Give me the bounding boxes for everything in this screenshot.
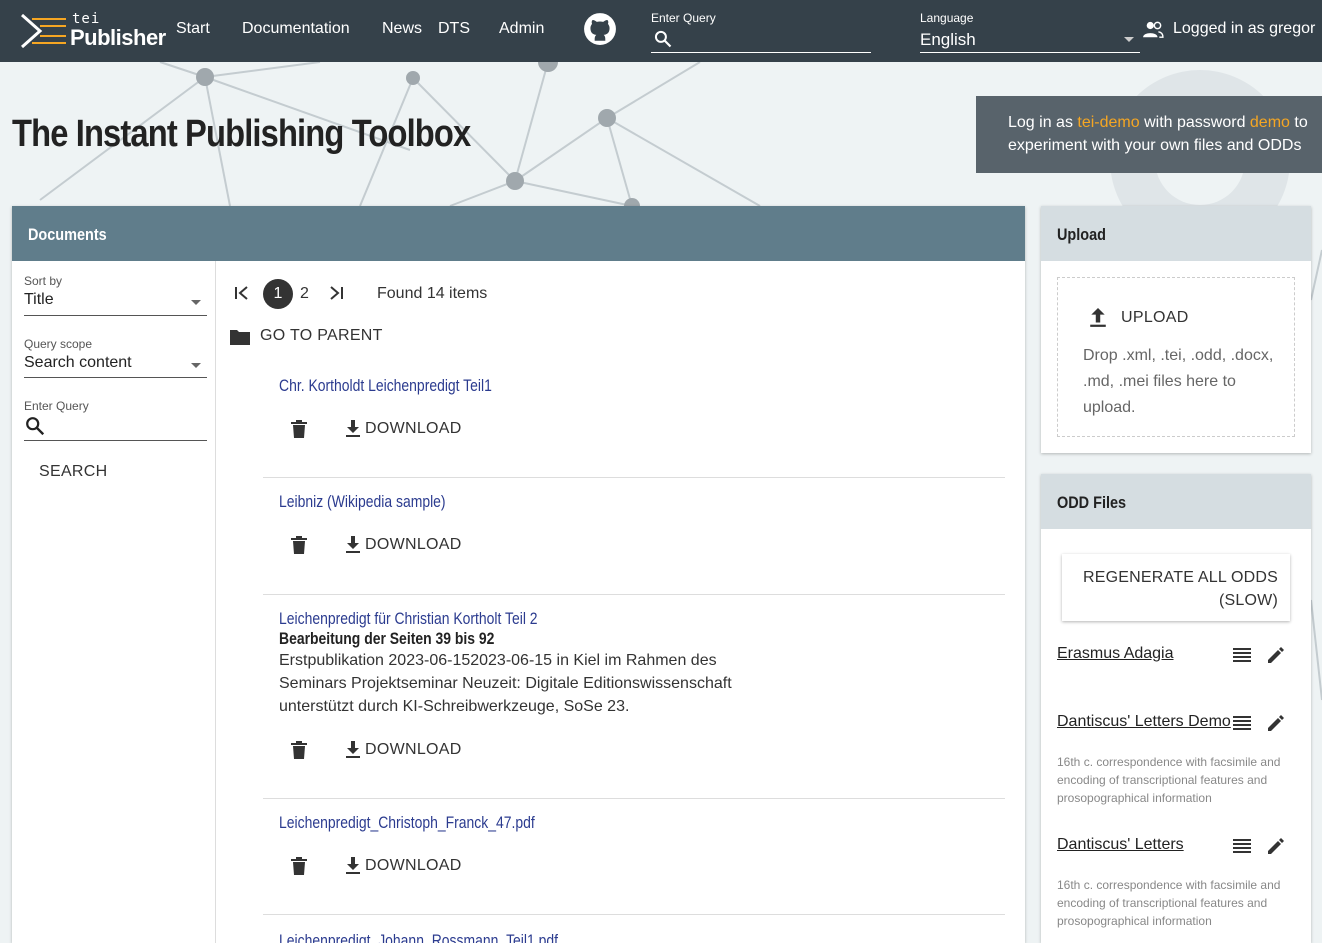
header-query-field[interactable]: Enter Query (651, 11, 871, 53)
query-scope-label: Query scope (24, 337, 93, 351)
odd-list-item: Erasmus Adagia (1057, 645, 1297, 705)
sort-by-value: Title (24, 291, 54, 308)
edit-icon[interactable] (1266, 645, 1286, 665)
chevron-down-icon (1124, 37, 1134, 42)
query-scope-select[interactable]: Query scope Search content (24, 337, 207, 378)
document-subtitle: Bearbeitung der Seiten 39 bis 92 (279, 629, 495, 648)
download-label: DOWNLOAD (365, 420, 462, 437)
logo-text: Publisher (70, 25, 166, 50)
upload-panel: Upload UPLOAD Drop .xml, .tei, .odd, .do… (1041, 206, 1311, 453)
odd-description: 16th c. correspondence with facsimile an… (1057, 878, 1281, 928)
first-page-icon[interactable] (234, 285, 250, 301)
list-item: Leichenpredigt_Johann_Rossmann_Teil1.pdf (263, 929, 1005, 943)
user-label: Logged in as gregor (1173, 20, 1316, 37)
download-icon (346, 420, 360, 437)
list-item: Leichenpredigt_Christoph_Franck_47.pdf D… (263, 813, 1005, 915)
results-count: Found 14 items (377, 285, 488, 302)
nav-admin[interactable]: Admin (499, 20, 544, 38)
document-title-link[interactable]: Leichenpredigt_Christoph_Franck_47.pdf (279, 813, 535, 833)
language-value: English (920, 30, 976, 49)
upload-header: Upload (1041, 206, 1311, 261)
document-title-link[interactable]: Leibniz (Wikipedia sample) (279, 492, 446, 512)
login-hint-pass: demo (1249, 114, 1290, 131)
list-item: Leibniz (Wikipedia sample) DOWNLOAD (263, 492, 1005, 595)
odd-list-item: Dantiscus' Letters Demo 16th c. correspo… (1057, 713, 1297, 813)
odd-description: 16th c. correspondence with facsimile an… (1057, 755, 1281, 805)
list-item: Chr. Kortholdt Leichenpredigt Teil1 DOWN… (263, 376, 1005, 478)
odd-files-panel: ODD Files REGENERATE ALL ODDS (SLOW) Era… (1041, 474, 1311, 943)
document-title-link[interactable]: Leichenpredigt_Johann_Rossmann_Teil1.pdf (279, 931, 558, 943)
list-item: Leichenpredigt für Christian Kortholt Te… (263, 609, 1005, 799)
delete-icon[interactable] (291, 420, 307, 438)
edit-icon[interactable] (1266, 836, 1286, 856)
nav-news[interactable]: News (382, 20, 422, 38)
odd-files-header: ODD Files (1041, 474, 1311, 529)
document-title-link[interactable]: Chr. Kortholdt Leichenpredigt Teil1 (279, 376, 492, 396)
search-icon (654, 30, 672, 48)
documents-header: Documents (12, 206, 1025, 261)
sort-by-label: Sort by (24, 274, 63, 288)
query-scope-value: Search content (24, 354, 132, 371)
odd-name-link[interactable]: Erasmus Adagia (1057, 645, 1174, 663)
odd-name-link[interactable]: Dantiscus' Letters Demo (1057, 713, 1231, 731)
people-icon (1143, 21, 1164, 38)
last-page-icon[interactable] (328, 285, 344, 301)
login-hint-user: tei-demo (1077, 114, 1140, 131)
odd-name-link[interactable]: Dantiscus' Letters (1057, 836, 1184, 854)
list-icon[interactable] (1233, 715, 1251, 731)
page-2-button[interactable]: 2 (300, 285, 309, 303)
download-icon (346, 741, 360, 758)
sort-by-select[interactable]: Sort by Title (24, 274, 207, 316)
chevron-down-icon (191, 363, 201, 368)
query-input[interactable]: Enter Query (24, 399, 207, 441)
edit-icon[interactable] (1266, 713, 1286, 733)
query-input-label: Enter Query (24, 399, 89, 413)
search-button[interactable]: SEARCH (39, 463, 107, 481)
upload-dropzone[interactable]: UPLOAD Drop .xml, .tei, .odd, .docx, .md… (1057, 277, 1295, 437)
list-icon[interactable] (1233, 647, 1251, 663)
upload-heading: Upload (1057, 225, 1106, 244)
document-title-link[interactable]: Leichenpredigt für Christian Kortholt Te… (279, 609, 538, 629)
chevron-down-icon (191, 300, 201, 305)
documents-heading: Documents (28, 225, 107, 244)
filter-sidebar: Sort by Title Query scope Search content… (12, 261, 216, 943)
regenerate-odds-button[interactable]: REGENERATE ALL ODDS (SLOW) (1062, 554, 1290, 621)
nav-dts[interactable]: DTS (438, 20, 470, 38)
list-icon[interactable] (1233, 838, 1251, 854)
github-icon[interactable] (583, 12, 617, 46)
go-to-parent-label: GO TO PARENT (260, 327, 383, 344)
login-hint-mid: with password (1139, 114, 1250, 131)
odd-files-heading: ODD Files (1057, 493, 1127, 512)
search-icon (26, 417, 45, 436)
login-hint-banner: Log in as tei-demo with password demo to… (976, 96, 1322, 173)
language-select[interactable]: Language English (920, 11, 1140, 53)
upload-icon (1090, 308, 1106, 327)
page-title: The Instant Publishing Toolbox (12, 113, 471, 155)
nav-start[interactable]: Start (176, 20, 210, 38)
top-app-bar: tei Publisher Start Documentation News D… (0, 0, 1322, 62)
folder-icon (230, 330, 250, 345)
download-icon (346, 857, 360, 874)
documents-panel: Documents Sort by Title Query scope Sear… (12, 206, 1025, 943)
delete-icon[interactable] (291, 741, 307, 759)
download-label: DOWNLOAD (365, 536, 462, 553)
language-label: Language (920, 11, 974, 25)
odd-list-item: Dantiscus' Letters 16th c. correspondenc… (1057, 836, 1297, 936)
page-1-button[interactable]: 1 (263, 279, 293, 309)
logo-chevron-icon (21, 13, 66, 49)
nav-documentation[interactable]: Documentation (242, 20, 350, 38)
download-icon (346, 536, 360, 553)
document-description: Erstpublikation 2023-06-152023-06-15 in … (279, 652, 732, 715)
download-label: DOWNLOAD (365, 741, 462, 758)
header-query-label: Enter Query (651, 11, 716, 25)
upload-label: UPLOAD (1121, 309, 1189, 326)
delete-icon[interactable] (291, 857, 307, 875)
upload-hint: Drop .xml, .tei, .odd, .docx, .md, .mei … (1083, 347, 1274, 416)
login-hint-pre: Log in as (1008, 114, 1078, 131)
download-label: DOWNLOAD (365, 857, 462, 874)
tei-publisher-logo[interactable]: tei Publisher (20, 11, 166, 51)
delete-icon[interactable] (291, 536, 307, 554)
